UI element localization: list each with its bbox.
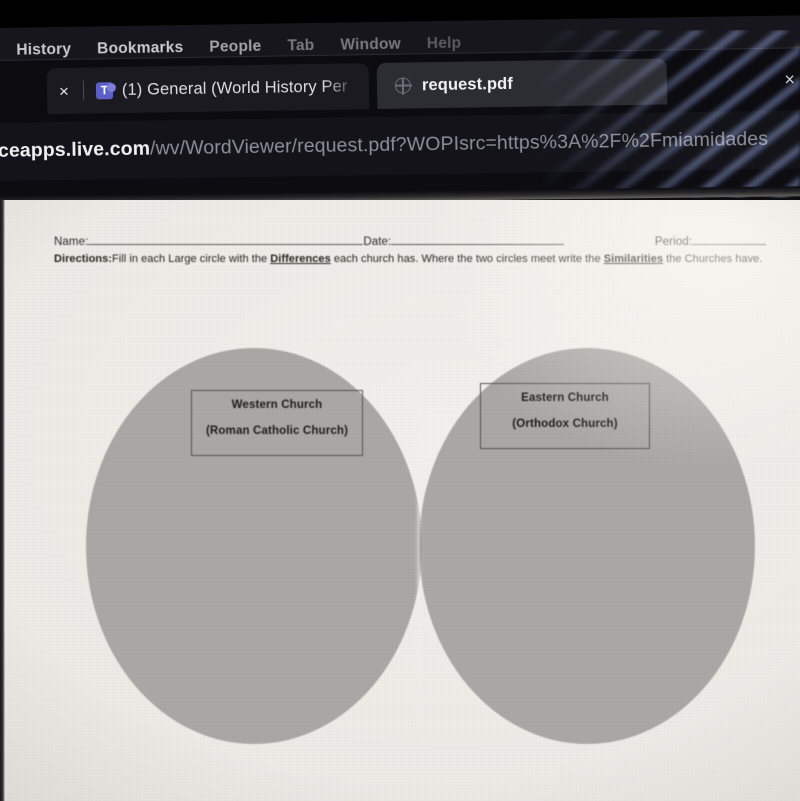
menu-item-people[interactable]: People: [209, 37, 261, 56]
document-page: Name: Date: Period: Directions:Fill in e…: [0, 200, 800, 801]
tab-separator: [82, 80, 85, 101]
address-bar[interactable]: ceapps.live.com/wv/WordViewer/request.pd…: [0, 110, 800, 181]
menu-item-tab[interactable]: Tab: [287, 36, 314, 55]
microsoft-teams-icon: [95, 81, 114, 99]
url-host: ceapps.live.com: [0, 137, 151, 163]
differences-emphasis: Differences: [270, 253, 331, 265]
menu-item-bookmarks[interactable]: Bookmarks: [97, 39, 183, 59]
globe-icon: [394, 77, 412, 94]
name-blank-line[interactable]: [88, 234, 364, 245]
tab-request-pdf[interactable]: request.pdf: [376, 58, 668, 109]
tab-title: (1) General (World History Per: [121, 76, 348, 99]
screenshot-root: History Bookmarks People Tab Window Help…: [0, 0, 800, 801]
name-date-period-row: Name: Date: Period:: [54, 234, 766, 248]
tab-title: request.pdf: [421, 74, 514, 94]
date-blank-line[interactable]: [391, 234, 564, 245]
name-label: Name:: [54, 236, 89, 248]
directions-label: Directions:: [54, 253, 113, 265]
menu-item-window[interactable]: Window: [340, 35, 401, 54]
screen-left-bezel: [0, 200, 5, 801]
date-label: Date:: [363, 236, 392, 248]
eastern-church-subtitle: (Orthodox Church): [512, 417, 618, 430]
period-blank-line[interactable]: [692, 234, 766, 245]
menu-item-help[interactable]: Help: [427, 34, 462, 53]
directions-part-2: each church has. Where the two circles m…: [330, 253, 604, 265]
western-church-title: Western Church: [231, 399, 323, 411]
tab-close-icon[interactable]: ×: [59, 81, 69, 100]
similarities-emphasis: Similarities: [603, 253, 664, 265]
label-box-western-church: Western Church (Roman Catholic Church): [191, 390, 363, 456]
period-label: Period:: [654, 236, 693, 248]
label-box-eastern-church: Eastern Church (Orthodox Church): [480, 383, 650, 449]
worksheet-header: Name: Date: Period: Directions:Fill in e…: [54, 234, 766, 265]
window-close-icon[interactable]: ×: [784, 69, 795, 89]
url-path: /wv/WordViewer/request.pdf?WOPIsrc=https…: [149, 128, 769, 160]
directions-part-1: Fill in each Large circle with the: [112, 253, 271, 265]
browser-chrome: History Bookmarks People Tab Window Help…: [0, 0, 800, 205]
western-church-subtitle: (Roman Catholic Church): [205, 424, 349, 437]
directions-part-3: the Churches have.: [663, 253, 763, 265]
venn-diagram: [0, 200, 800, 801]
menu-item-history[interactable]: History: [16, 40, 71, 59]
venn-circle-seam: [417, 350, 421, 742]
directions-text: Directions:Fill in each Large circle wit…: [54, 253, 766, 265]
tab-general-world-history[interactable]: × (1) General (World History Per: [46, 63, 370, 115]
eastern-church-title: Eastern Church: [521, 392, 609, 404]
